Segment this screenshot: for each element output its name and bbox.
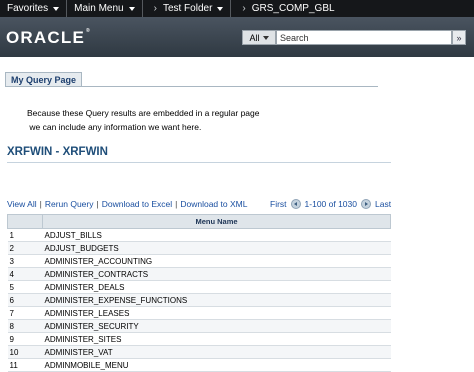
- main-menu-label: Main Menu: [74, 3, 124, 14]
- tab-divider: [5, 86, 378, 87]
- menu-name-cell: ADMINISTER_VAT: [42, 345, 391, 359]
- main-menu[interactable]: Main Menu: [67, 0, 143, 17]
- breadcrumb-test-folder[interactable]: › Test Folder: [143, 0, 232, 17]
- grid-action-links: View All | Rerun Query | Download to Excel | D…: [7, 199, 247, 209]
- current-page-label: GRS_COMP_GBL: [251, 3, 335, 14]
- row-number: 9: [7, 332, 43, 346]
- row-number: 10: [7, 345, 43, 359]
- oracle-logo: ORACLE®: [6, 28, 90, 47]
- title-divider: [7, 162, 391, 163]
- menu-name-header[interactable]: Menu Name: [42, 214, 391, 229]
- chevron-down-icon: [128, 6, 135, 11]
- menu-name-cell: ADJUST_BUDGETS: [42, 241, 391, 255]
- search-go-button[interactable]: »: [452, 30, 466, 45]
- menu-name-cell: ADMINISTER_CONTRACTS: [42, 267, 391, 281]
- menu-name-cell: ADMINISTER_ACCOUNTING: [42, 254, 391, 268]
- search-input[interactable]: Search: [276, 30, 452, 45]
- download-excel-link[interactable]: Download to Excel: [102, 199, 172, 209]
- row-number: 7: [7, 306, 43, 320]
- row-number-header: [7, 214, 43, 229]
- chevron-down-icon: [262, 35, 269, 40]
- favorites-label: Favorites: [7, 3, 49, 14]
- chevron-down-icon: [53, 6, 60, 11]
- row-number: 8: [7, 319, 43, 333]
- table-header-row: Menu Name: [7, 214, 391, 229]
- row-number: 11: [7, 358, 43, 372]
- table-row: 11 ADMINMOBILE_MENU: [7, 358, 391, 372]
- menu-name-cell: ADMINISTER_SECURITY: [42, 319, 391, 333]
- search-scope-select[interactable]: All: [242, 30, 276, 45]
- row-number: 4: [7, 267, 43, 281]
- link-separator: |: [175, 199, 178, 209]
- next-page-icon[interactable]: [361, 199, 371, 209]
- menu-name-cell: ADMINISTER_EXPENSE_FUNCTIONS: [42, 293, 391, 307]
- table-row: 6 ADMINISTER_EXPENSE_FUNCTIONS: [7, 293, 391, 307]
- last-page-link[interactable]: Last: [375, 199, 391, 209]
- table-row: 3 ADMINISTER_ACCOUNTING: [7, 254, 391, 268]
- page-range: 1-100 of 1030: [304, 199, 357, 209]
- results-table: Menu Name 1 ADJUST_BILLS 2 ADJUST_BUDGETS 3 A…: [7, 214, 391, 372]
- menu-name-cell: ADMINMOBILE_MENU: [42, 358, 391, 372]
- test-folder-label: Test Folder: [162, 3, 213, 14]
- search-scope-label: All: [249, 32, 260, 43]
- row-number: 2: [7, 241, 43, 255]
- menu-name-cell: ADMINISTER_DEALS: [42, 280, 391, 294]
- table-row: 2 ADJUST_BUDGETS: [7, 241, 391, 255]
- menu-name-cell: ADMINISTER_LEASES: [42, 306, 391, 320]
- table-row: 7 ADMINISTER_LEASES: [7, 306, 391, 320]
- link-separator: |: [96, 199, 99, 209]
- query-title: XRFWIN - XRFWIN: [7, 146, 108, 158]
- table-row: 1 ADJUST_BILLS: [7, 228, 391, 242]
- row-number: 5: [7, 280, 43, 294]
- pager: First 1-100 of 1030 Last: [270, 199, 391, 209]
- branding-header: ORACLE® All Search »: [0, 17, 474, 57]
- table-row: 8 ADMINISTER_SECURITY: [7, 319, 391, 333]
- info-message: Because these Query results are embedded…: [27, 108, 260, 132]
- download-xml-link[interactable]: Download to XML: [180, 199, 247, 209]
- table-row: 5 ADMINISTER_DEALS: [7, 280, 391, 294]
- view-all-link[interactable]: View All: [7, 199, 37, 209]
- favorites-menu[interactable]: Favorites: [0, 0, 68, 17]
- top-navigation-bar: Favorites Main Menu › Test Folder › GRS_…: [0, 0, 474, 17]
- tab-my-query-page[interactable]: My Query Page: [5, 72, 83, 87]
- menu-name-cell: ADMINISTER_SITES: [42, 332, 391, 346]
- row-number: 6: [7, 293, 43, 307]
- first-page-link[interactable]: First: [270, 199, 287, 209]
- link-separator: |: [39, 199, 42, 209]
- table-row: 4 ADMINISTER_CONTRACTS: [7, 267, 391, 281]
- menu-name-cell: ADJUST_BILLS: [42, 228, 391, 242]
- breadcrumb-separator-icon: ›: [153, 3, 157, 14]
- search-bar: All Search »: [242, 30, 466, 45]
- row-number: 1: [7, 228, 43, 242]
- previous-page-icon[interactable]: [290, 199, 301, 209]
- breadcrumb-separator-icon: ›: [242, 3, 246, 14]
- double-chevron-right-icon: »: [456, 32, 462, 43]
- breadcrumb-current: › GRS_COMP_GBL: [231, 0, 341, 17]
- rerun-query-link[interactable]: Rerun Query: [45, 199, 94, 209]
- table-row: 9 ADMINISTER_SITES: [7, 332, 391, 346]
- chevron-down-icon: [217, 6, 224, 11]
- table-body: 1 ADJUST_BILLS 2 ADJUST_BUDGETS 3 ADMINISTER_…: [7, 228, 391, 372]
- row-number: 3: [7, 254, 43, 268]
- table-row: 10 ADMINISTER_VAT: [7, 345, 391, 359]
